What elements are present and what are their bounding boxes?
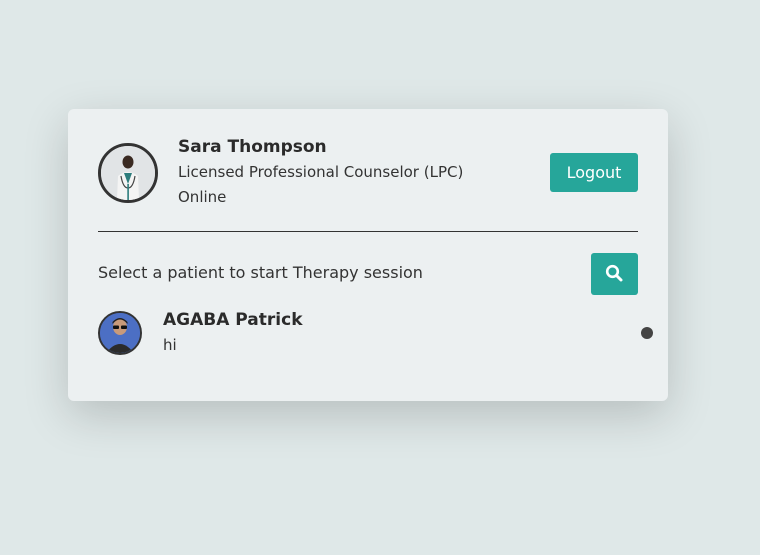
therapist-name: Sara Thompson	[178, 137, 327, 157]
therapist-avatar	[98, 143, 158, 203]
patient-last-message: hi	[163, 336, 177, 354]
patient-list-item[interactable]: AGABA Patrick hi	[98, 296, 653, 358]
search-icon	[605, 264, 623, 282]
therapist-title: Licensed Professional Counselor (LPC)	[178, 163, 464, 181]
patient-status-dot	[641, 327, 653, 339]
therapist-status: Online	[178, 188, 227, 206]
logout-button[interactable]: Logout	[550, 153, 638, 192]
therapist-chat-card: Sara Thompson Licensed Professional Coun…	[68, 109, 668, 401]
patient-avatar	[98, 311, 142, 355]
patient-name: AGABA Patrick	[163, 310, 303, 330]
therapist-header: Sara Thompson Licensed Professional Coun…	[98, 109, 638, 232]
search-row: Select a patient to start Therapy sessio…	[98, 232, 638, 296]
patient-info: AGABA Patrick hi	[163, 308, 303, 358]
search-button[interactable]	[591, 253, 638, 295]
patient-avatar-icon	[100, 313, 140, 353]
therapist-avatar-icon	[101, 146, 155, 200]
search-prompt: Select a patient to start Therapy sessio…	[98, 263, 423, 282]
therapist-info: Sara Thompson Licensed Professional Coun…	[178, 135, 463, 210]
